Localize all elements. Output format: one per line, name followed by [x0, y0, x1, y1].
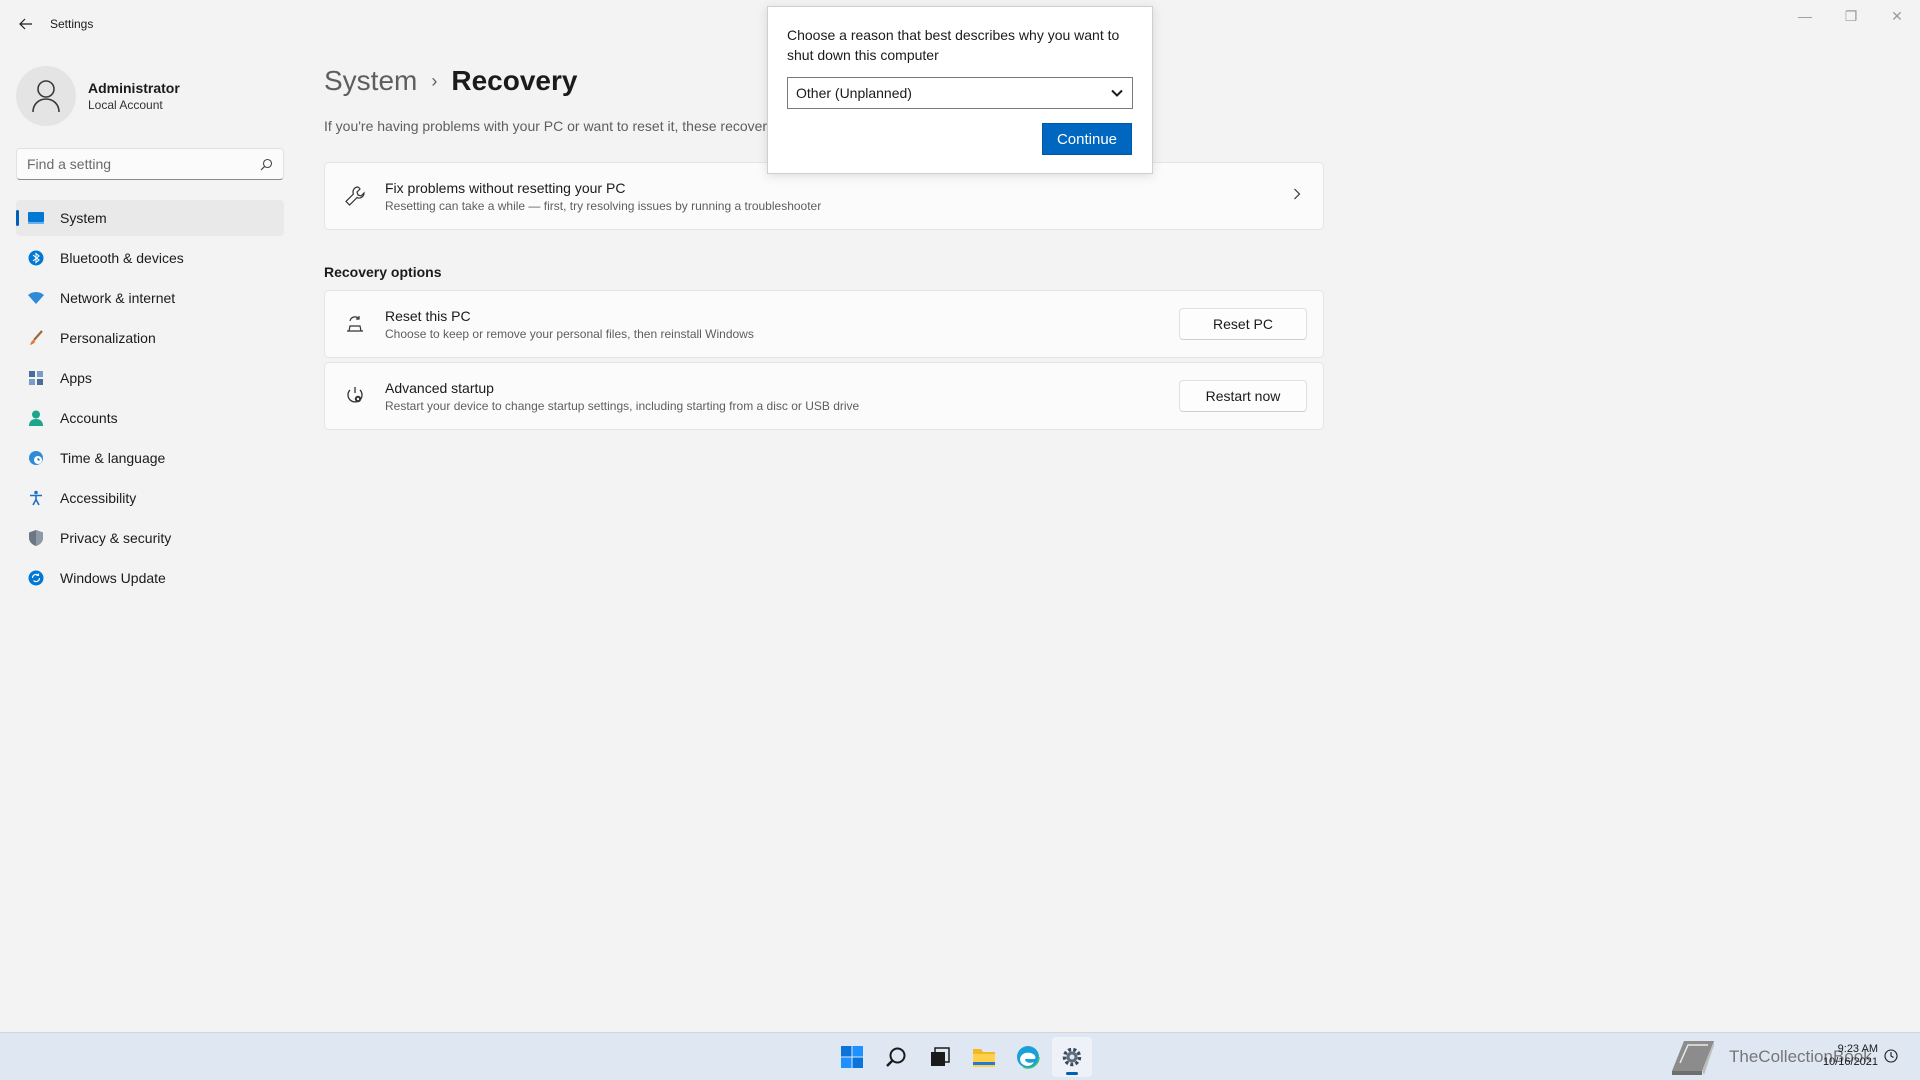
- sidebar-item-time-language[interactable]: Time & language: [16, 440, 284, 476]
- notification-icon[interactable]: [1884, 1049, 1898, 1068]
- reset-pc-title: Reset this PC: [385, 307, 471, 324]
- back-button[interactable]: [14, 12, 38, 36]
- wifi-icon: [26, 288, 46, 308]
- sidebar-item-bluetooth[interactable]: Bluetooth & devices: [16, 240, 284, 276]
- search-box[interactable]: [16, 148, 284, 180]
- recovery-options-heading: Recovery options: [324, 264, 442, 280]
- windows-start-icon[interactable]: [832, 1037, 872, 1077]
- person-icon: [26, 408, 46, 428]
- dialog-message: Choose a reason that best describes why …: [787, 27, 1120, 63]
- reset-pc-description: Choose to keep or remove your personal f…: [385, 326, 754, 341]
- sidebar-item-label: Privacy & security: [60, 530, 172, 546]
- clock[interactable]: 9:23 AM 10/16/2021: [1820, 1043, 1878, 1069]
- reset-pc-icon: [343, 312, 367, 336]
- fix-problems-title: Fix problems without resetting your PC: [385, 179, 626, 196]
- advanced-startup-card: Advanced startup Restart your device to …: [324, 362, 1324, 430]
- task-view-icon[interactable]: [920, 1037, 960, 1077]
- sidebar-item-accessibility[interactable]: Accessibility: [16, 480, 284, 516]
- sidebar-item-label: System: [60, 210, 107, 226]
- sidebar-item-label: Windows Update: [60, 570, 166, 586]
- app-title: Settings: [50, 17, 94, 31]
- sidebar-item-label: Time & language: [60, 450, 166, 466]
- shield-icon: [26, 528, 46, 548]
- profile-account-type: Local Account: [88, 98, 163, 112]
- fix-problems-description: Resetting can take a while — first, try …: [385, 198, 822, 213]
- edge-icon[interactable]: [1008, 1037, 1048, 1077]
- sidebar-item-apps[interactable]: Apps: [16, 360, 284, 396]
- book-icon: [1665, 1034, 1721, 1080]
- sidebar-item-personalization[interactable]: Personalization: [16, 320, 284, 356]
- advanced-startup-description: Restart your device to change startup se…: [385, 398, 860, 413]
- sidebar-nav: System Bluetooth & devices Network & int…: [0, 200, 300, 596]
- search-input[interactable]: [27, 156, 247, 172]
- taskbar-apps: [830, 1033, 1094, 1080]
- search-icon[interactable]: [876, 1037, 916, 1077]
- sidebar-item-label: Network & internet: [60, 290, 176, 306]
- search-icon: [260, 158, 273, 170]
- advanced-startup-icon: [343, 384, 367, 408]
- monitor-icon: [26, 208, 46, 228]
- sidebar-item-label: Accounts: [60, 410, 118, 426]
- settings-gear-icon[interactable]: [1052, 1037, 1092, 1077]
- advanced-startup-title: Advanced startup: [385, 379, 494, 396]
- minimize-button[interactable]: —: [1782, 0, 1828, 32]
- window-controls: — ❐ ✕: [1782, 0, 1920, 32]
- breadcrumb-parent[interactable]: System: [324, 65, 417, 97]
- user-profile[interactable]: Administrator Local Account: [16, 56, 300, 136]
- clock-date: 10/16/2021: [1822, 1056, 1878, 1068]
- shutdown-reason-select[interactable]: Other (Unplanned): [787, 77, 1133, 109]
- close-button[interactable]: ✕: [1874, 0, 1920, 32]
- sidebar-item-label: Bluetooth & devices: [60, 250, 184, 266]
- sidebar-item-label: Personalization: [60, 330, 156, 346]
- breadcrumb-separator: ›: [431, 70, 438, 91]
- sidebar-item-network[interactable]: Network & internet: [16, 280, 284, 316]
- continue-button[interactable]: Continue: [1042, 123, 1132, 155]
- sidebar-item-label: Accessibility: [60, 490, 137, 506]
- reset-pc-button[interactable]: Reset PC: [1179, 308, 1307, 340]
- globe-clock-icon: [26, 448, 46, 468]
- wrench-icon: [343, 184, 367, 208]
- reset-pc-card: Reset this PC Choose to keep or remove y…: [324, 290, 1324, 358]
- file-explorer-icon[interactable]: [964, 1037, 1004, 1077]
- update-icon: [26, 568, 46, 588]
- selected-reason: Other (Unplanned): [796, 85, 912, 101]
- maximize-button[interactable]: ❐: [1828, 0, 1874, 32]
- profile-name: Administrator: [88, 80, 180, 96]
- shutdown-reason-dialog: Choose a reason that best describes why …: [767, 6, 1153, 174]
- chevron-right-icon: [1293, 187, 1301, 205]
- back-arrow-icon: [19, 18, 32, 30]
- apps-icon: [26, 368, 46, 388]
- sidebar-item-windows-update[interactable]: Windows Update: [16, 560, 284, 596]
- avatar: [16, 66, 76, 126]
- sidebar-item-privacy-security[interactable]: Privacy & security: [16, 520, 284, 556]
- taskbar: TheCollectionBook 9:23 AM 10/16/2021: [0, 1032, 1920, 1080]
- clock-time: 9:23 AM: [1837, 1043, 1878, 1055]
- chevron-down-icon: [1110, 86, 1124, 103]
- user-avatar-icon: [32, 80, 60, 113]
- sidebar-item-accounts[interactable]: Accounts: [16, 400, 284, 436]
- accessibility-icon: [26, 488, 46, 508]
- sidebar-item-label: Apps: [60, 370, 92, 386]
- sidebar-item-system[interactable]: System: [16, 200, 284, 236]
- page-title: Recovery: [451, 65, 578, 96]
- restart-now-button[interactable]: Restart now: [1179, 380, 1307, 412]
- bluetooth-icon: [26, 248, 46, 268]
- brush-icon: [26, 328, 46, 348]
- sidebar: Administrator Local Account System Bluet…: [0, 48, 300, 600]
